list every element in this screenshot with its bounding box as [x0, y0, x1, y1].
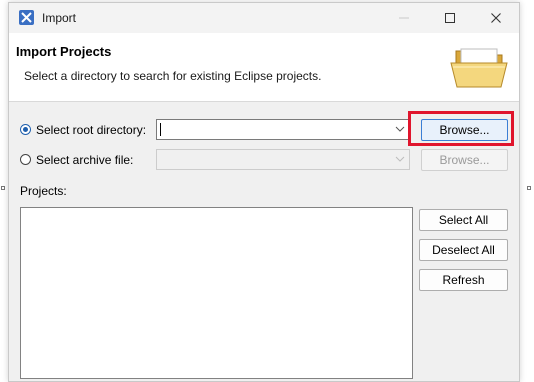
- edge-handle-right: [527, 186, 531, 190]
- chevron-down-icon: [395, 156, 405, 162]
- edge-handle-left: [1, 186, 5, 190]
- chevron-down-icon[interactable]: [395, 126, 405, 132]
- projects-label: Projects:: [20, 184, 67, 198]
- open-folder-icon: [450, 48, 508, 88]
- root-directory-radio[interactable]: [20, 124, 31, 135]
- root-directory-label: Select root directory:: [36, 123, 147, 137]
- maximize-button[interactable]: [427, 3, 473, 33]
- close-button[interactable]: [473, 3, 519, 33]
- archive-file-label: Select archive file:: [36, 153, 134, 167]
- eclipse-app-icon: [19, 10, 34, 25]
- maximize-icon: [445, 13, 455, 23]
- projects-list[interactable]: [20, 207, 413, 379]
- close-icon: [491, 13, 501, 23]
- deselect-all-button[interactable]: Deselect All: [419, 239, 508, 261]
- refresh-button[interactable]: Refresh: [419, 269, 508, 291]
- browse-button-highlight: [408, 111, 514, 146]
- title-bar: Import: [9, 3, 519, 33]
- root-directory-option[interactable]: Select root directory:: [20, 123, 160, 137]
- root-directory-combo[interactable]: [156, 119, 410, 140]
- page-description: Select a directory to search for existin…: [24, 69, 322, 83]
- archive-file-option[interactable]: Select archive file:: [20, 153, 160, 167]
- page-title: Import Projects: [16, 44, 112, 59]
- import-dialog: Import Import Projects Select a director…: [8, 2, 520, 382]
- archive-file-combo: [156, 149, 410, 170]
- archive-file-radio[interactable]: [20, 154, 31, 165]
- select-all-button[interactable]: Select All: [419, 209, 508, 231]
- minimize-icon: [399, 17, 409, 19]
- text-cursor: [160, 123, 161, 136]
- wizard-header: Import Projects Select a directory to se…: [9, 33, 519, 102]
- archive-file-browse-button: Browse...: [421, 149, 508, 171]
- window-title: Import: [42, 11, 77, 25]
- minimize-button[interactable]: [381, 3, 427, 33]
